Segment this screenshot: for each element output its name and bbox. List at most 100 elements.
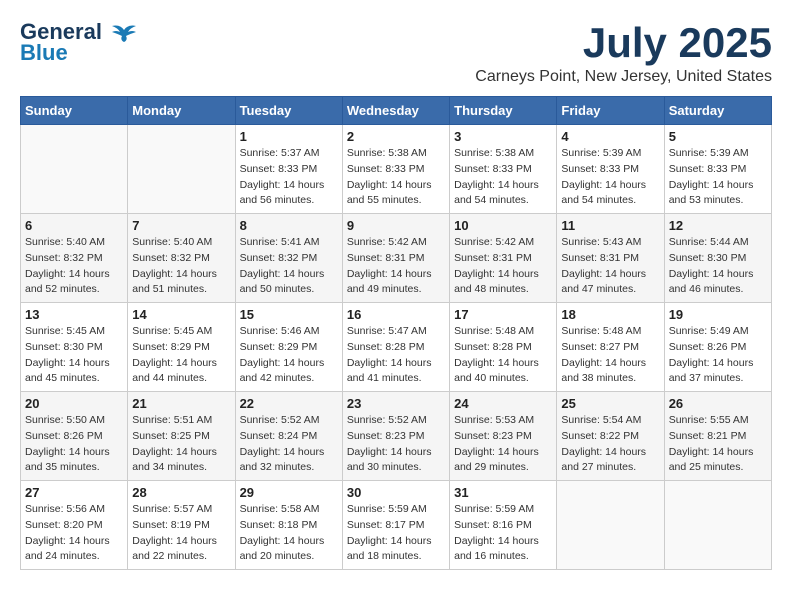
weekday-header-sunday: Sunday	[21, 97, 128, 125]
day-number: 13	[25, 307, 123, 322]
calendar-week-1: 1Sunrise: 5:37 AM Sunset: 8:33 PM Daylig…	[21, 125, 772, 214]
day-number: 12	[669, 218, 767, 233]
day-info: Sunrise: 5:56 AM Sunset: 8:20 PM Dayligh…	[25, 502, 123, 565]
day-number: 24	[454, 396, 552, 411]
logo: General Blue	[20, 20, 138, 66]
month-title: July 2025	[475, 20, 772, 66]
day-info: Sunrise: 5:52 AM Sunset: 8:24 PM Dayligh…	[240, 413, 338, 476]
calendar-week-4: 20 Sunrise: 5:50 AM Sunset: 8:26 PM Dayli…	[21, 392, 772, 481]
day-number: 20	[25, 396, 123, 411]
day-info: Sunrise: 5:59 AM Sunset: 8:16 PM Dayligh…	[454, 502, 552, 565]
day-number: 18	[561, 307, 659, 322]
day-info: Sunrise: 5:49 AM Sunset: 8:26 PM Dayligh…	[669, 324, 767, 387]
calendar-week-5: 27Sunrise: 5:56 AM Sunset: 8:20 PM Dayli…	[21, 481, 772, 570]
day-number: 5	[669, 129, 767, 144]
calendar-cell: 5 Sunrise: 5:39 AM Sunset: 8:33 PM Daylig…	[664, 125, 771, 214]
calendar-table: SundayMondayTuesdayWednesdayThursdayFrid…	[20, 96, 772, 570]
calendar-cell: 11 Sunrise: 5:43 AM Sunset: 8:31 PM Dayli…	[557, 214, 664, 303]
day-info: Sunrise: 5:39 AM Sunset: 8:33 PM Dayligh…	[561, 146, 659, 209]
day-info: Sunrise: 5:38 AM Sunset: 8:33 PM Dayligh…	[454, 146, 552, 209]
calendar-cell: 24 Sunrise: 5:53 AM Sunset: 8:23 PM Dayli…	[450, 392, 557, 481]
title-area: July 2025 Carneys Point, New Jersey, Uni…	[475, 20, 772, 86]
day-number: 28	[132, 485, 230, 500]
calendar-cell: 1Sunrise: 5:37 AM Sunset: 8:33 PM Daylig…	[235, 125, 342, 214]
day-number: 4	[561, 129, 659, 144]
day-number: 16	[347, 307, 445, 322]
calendar-cell: 13 Sunrise: 5:45 AM Sunset: 8:30 PM Dayli…	[21, 303, 128, 392]
calendar-cell: 29Sunrise: 5:58 AM Sunset: 8:18 PM Dayli…	[235, 481, 342, 570]
weekday-header-row: SundayMondayTuesdayWednesdayThursdayFrid…	[21, 97, 772, 125]
calendar-cell: 12 Sunrise: 5:44 AM Sunset: 8:30 PM Dayli…	[664, 214, 771, 303]
day-number: 8	[240, 218, 338, 233]
day-info: Sunrise: 5:53 AM Sunset: 8:23 PM Dayligh…	[454, 413, 552, 476]
calendar-week-2: 6 Sunrise: 5:40 AM Sunset: 8:32 PM Daylig…	[21, 214, 772, 303]
calendar-cell: 28Sunrise: 5:57 AM Sunset: 8:19 PM Dayli…	[128, 481, 235, 570]
day-info: Sunrise: 5:40 AM Sunset: 8:32 PM Dayligh…	[25, 235, 123, 298]
day-info: Sunrise: 5:54 AM Sunset: 8:22 PM Dayligh…	[561, 413, 659, 476]
day-info: Sunrise: 5:47 AM Sunset: 8:28 PM Dayligh…	[347, 324, 445, 387]
calendar-cell: 26Sunrise: 5:55 AM Sunset: 8:21 PM Dayli…	[664, 392, 771, 481]
calendar-cell: 17 Sunrise: 5:48 AM Sunset: 8:28 PM Dayli…	[450, 303, 557, 392]
day-number: 31	[454, 485, 552, 500]
day-number: 22	[240, 396, 338, 411]
day-info: Sunrise: 5:41 AM Sunset: 8:32 PM Dayligh…	[240, 235, 338, 298]
calendar-cell: 9 Sunrise: 5:42 AM Sunset: 8:31 PM Daylig…	[342, 214, 449, 303]
weekday-header-wednesday: Wednesday	[342, 97, 449, 125]
day-number: 30	[347, 485, 445, 500]
calendar-cell: 3 Sunrise: 5:38 AM Sunset: 8:33 PM Daylig…	[450, 125, 557, 214]
day-number: 23	[347, 396, 445, 411]
calendar-cell: 8 Sunrise: 5:41 AM Sunset: 8:32 PM Daylig…	[235, 214, 342, 303]
day-info: Sunrise: 5:45 AM Sunset: 8:30 PM Dayligh…	[25, 324, 123, 387]
day-number: 11	[561, 218, 659, 233]
day-info: Sunrise: 5:48 AM Sunset: 8:28 PM Dayligh…	[454, 324, 552, 387]
day-number: 25	[561, 396, 659, 411]
day-number: 15	[240, 307, 338, 322]
day-info: Sunrise: 5:51 AM Sunset: 8:25 PM Dayligh…	[132, 413, 230, 476]
day-info: Sunrise: 5:50 AM Sunset: 8:26 PM Dayligh…	[25, 413, 123, 476]
day-number: 3	[454, 129, 552, 144]
weekday-header-saturday: Saturday	[664, 97, 771, 125]
calendar-cell: 16 Sunrise: 5:47 AM Sunset: 8:28 PM Dayli…	[342, 303, 449, 392]
day-number: 9	[347, 218, 445, 233]
calendar-cell: 10Sunrise: 5:42 AM Sunset: 8:31 PM Dayli…	[450, 214, 557, 303]
calendar-cell: 25 Sunrise: 5:54 AM Sunset: 8:22 PM Dayli…	[557, 392, 664, 481]
logo-blue: Blue	[20, 40, 68, 66]
day-info: Sunrise: 5:43 AM Sunset: 8:31 PM Dayligh…	[561, 235, 659, 298]
calendar-cell: 15Sunrise: 5:46 AM Sunset: 8:29 PM Dayli…	[235, 303, 342, 392]
weekday-header-tuesday: Tuesday	[235, 97, 342, 125]
day-info: Sunrise: 5:52 AM Sunset: 8:23 PM Dayligh…	[347, 413, 445, 476]
calendar-cell: 6 Sunrise: 5:40 AM Sunset: 8:32 PM Daylig…	[21, 214, 128, 303]
day-number: 6	[25, 218, 123, 233]
day-number: 19	[669, 307, 767, 322]
calendar-cell: 7Sunrise: 5:40 AM Sunset: 8:32 PM Daylig…	[128, 214, 235, 303]
day-number: 29	[240, 485, 338, 500]
day-info: Sunrise: 5:48 AM Sunset: 8:27 PM Dayligh…	[561, 324, 659, 387]
day-info: Sunrise: 5:42 AM Sunset: 8:31 PM Dayligh…	[347, 235, 445, 298]
calendar-cell: 21 Sunrise: 5:51 AM Sunset: 8:25 PM Dayli…	[128, 392, 235, 481]
day-info: Sunrise: 5:44 AM Sunset: 8:30 PM Dayligh…	[669, 235, 767, 298]
calendar-cell: 14 Sunrise: 5:45 AM Sunset: 8:29 PM Dayli…	[128, 303, 235, 392]
weekday-header-thursday: Thursday	[450, 97, 557, 125]
calendar-cell	[21, 125, 128, 214]
calendar-cell: 2 Sunrise: 5:38 AM Sunset: 8:33 PM Daylig…	[342, 125, 449, 214]
calendar-cell: 4 Sunrise: 5:39 AM Sunset: 8:33 PM Daylig…	[557, 125, 664, 214]
calendar-week-3: 13 Sunrise: 5:45 AM Sunset: 8:30 PM Dayli…	[21, 303, 772, 392]
calendar-cell: 30Sunrise: 5:59 AM Sunset: 8:17 PM Dayli…	[342, 481, 449, 570]
calendar-cell: 19 Sunrise: 5:49 AM Sunset: 8:26 PM Dayli…	[664, 303, 771, 392]
day-number: 21	[132, 396, 230, 411]
day-info: Sunrise: 5:45 AM Sunset: 8:29 PM Dayligh…	[132, 324, 230, 387]
day-info: Sunrise: 5:37 AM Sunset: 8:33 PM Dayligh…	[240, 146, 338, 209]
day-number: 14	[132, 307, 230, 322]
day-info: Sunrise: 5:39 AM Sunset: 8:33 PM Dayligh…	[669, 146, 767, 209]
day-info: Sunrise: 5:42 AM Sunset: 8:31 PM Dayligh…	[454, 235, 552, 298]
day-number: 2	[347, 129, 445, 144]
day-number: 17	[454, 307, 552, 322]
calendar-cell	[557, 481, 664, 570]
day-info: Sunrise: 5:38 AM Sunset: 8:33 PM Dayligh…	[347, 146, 445, 209]
calendar-cell: 22 Sunrise: 5:52 AM Sunset: 8:24 PM Dayli…	[235, 392, 342, 481]
calendar-cell: 18 Sunrise: 5:48 AM Sunset: 8:27 PM Dayli…	[557, 303, 664, 392]
day-number: 7	[132, 218, 230, 233]
calendar-cell: 20 Sunrise: 5:50 AM Sunset: 8:26 PM Dayli…	[21, 392, 128, 481]
calendar-cell: 23 Sunrise: 5:52 AM Sunset: 8:23 PM Dayli…	[342, 392, 449, 481]
logo-bird-icon	[110, 22, 138, 44]
